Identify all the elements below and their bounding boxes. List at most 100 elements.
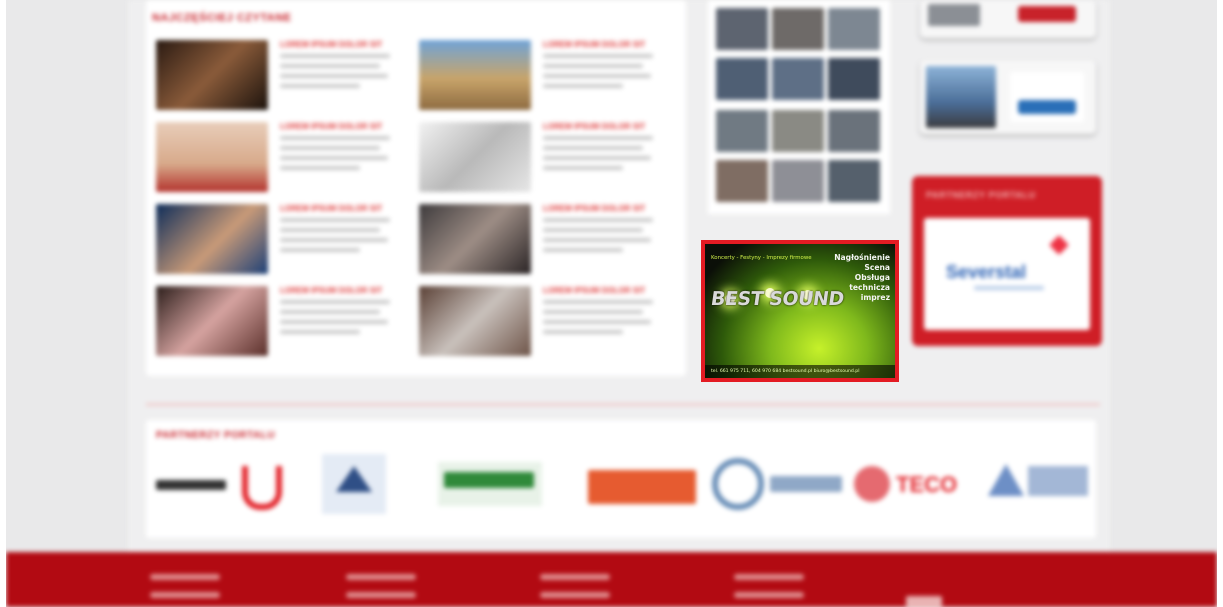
article-text <box>543 310 643 314</box>
article-item[interactable]: LOREM IPSUM DOLOR SIT <box>419 40 679 112</box>
article-text <box>543 136 653 140</box>
ad-tagline: Koncerty - Festyny - Imprezy firmowe <box>711 255 812 261</box>
gallery-photo[interactable] <box>828 8 880 50</box>
site-footer <box>6 552 1217 607</box>
banner-card <box>1010 72 1084 122</box>
article-item[interactable]: LOREM IPSUM DOLOR SIT <box>156 204 416 276</box>
partner-logo[interactable] <box>438 462 542 506</box>
article-text <box>543 156 651 160</box>
ad-contact: tel. 661 975 711, 604 970 684 bestsound.… <box>705 365 895 378</box>
banner-button[interactable] <box>1018 100 1076 114</box>
article-text <box>543 320 651 324</box>
page: NAJCZĘŚCIEJ CZYTANE LOREM IPSUM DOLOR SI… <box>6 0 1217 607</box>
partner-logo-mark <box>444 472 534 488</box>
banner-image <box>928 4 980 26</box>
article-item[interactable]: LOREM IPSUM DOLOR SIT <box>156 40 416 112</box>
partner-logo[interactable] <box>322 454 386 514</box>
advertisement-banner[interactable]: Koncerty - Festyny - Imprezy firmowe BES… <box>701 240 899 382</box>
article-text <box>543 54 653 58</box>
article-text <box>280 146 380 150</box>
partner-logo-circle-icon[interactable] <box>712 458 764 510</box>
article-item[interactable]: LOREM IPSUM DOLOR SIT <box>419 286 679 358</box>
article-text <box>543 300 653 304</box>
article-item[interactable]: LOREM IPSUM DOLOR SIT <box>156 122 416 194</box>
article-headline[interactable]: LOREM IPSUM DOLOR SIT <box>280 204 382 213</box>
article-thumbnail[interactable] <box>419 204 531 274</box>
article-text <box>280 74 388 78</box>
partner-logo-text <box>770 476 842 492</box>
gallery-photo[interactable] <box>772 58 824 100</box>
article-text <box>280 136 390 140</box>
article-text <box>543 64 643 68</box>
partner-logo-card[interactable]: Severstal <box>924 218 1090 330</box>
sidebar-banner[interactable] <box>920 60 1096 134</box>
severstal-emblem-icon <box>1049 235 1069 255</box>
photo-gallery <box>708 0 890 214</box>
ad-content[interactable]: Koncerty - Festyny - Imprezy firmowe BES… <box>705 244 895 378</box>
partners-strip-title: PARTNERZY PORTALU <box>156 430 276 441</box>
article-thumbnail[interactable] <box>419 40 531 110</box>
article-item[interactable]: LOREM IPSUM DOLOR SIT <box>419 204 679 276</box>
article-item[interactable]: LOREM IPSUM DOLOR SIT <box>419 122 679 194</box>
banner-button[interactable] <box>1018 6 1076 22</box>
article-text <box>543 248 623 252</box>
gallery-photo[interactable] <box>828 160 880 202</box>
partner-logo-circle-icon[interactable] <box>854 466 890 502</box>
blurred-background: NAJCZĘŚCIEJ CZYTANE LOREM IPSUM DOLOR SI… <box>6 0 1217 607</box>
article-text <box>280 228 380 232</box>
article-thumbnail[interactable] <box>156 40 268 110</box>
article-text <box>543 146 643 150</box>
footer-column <box>734 574 804 607</box>
article-text <box>543 330 623 334</box>
article-headline[interactable]: LOREM IPSUM DOLOR SIT <box>543 40 645 49</box>
article-text <box>543 74 651 78</box>
sidebar-banner[interactable] <box>920 0 1096 38</box>
sidebar-partners-title: PARTNERZY PORTALU <box>926 190 1036 200</box>
gallery-photo[interactable] <box>716 160 768 202</box>
article-thumbnail[interactable] <box>419 122 531 192</box>
article-text <box>543 166 623 170</box>
partner-logo-text <box>1028 466 1088 496</box>
ad-service-line: Scena <box>864 263 890 272</box>
gallery-photo[interactable] <box>716 8 768 50</box>
article-headline[interactable]: LOREM IPSUM DOLOR SIT <box>543 286 645 295</box>
article-headline[interactable]: LOREM IPSUM DOLOR SIT <box>280 40 382 49</box>
gallery-photo[interactable] <box>828 58 880 100</box>
article-headline[interactable]: LOREM IPSUM DOLOR SIT <box>543 122 645 131</box>
article-thumbnail[interactable] <box>156 204 268 274</box>
partner-logo-u[interactable] <box>242 466 282 510</box>
article-thumbnail[interactable] <box>156 286 268 356</box>
gallery-photo[interactable] <box>716 110 768 152</box>
gallery-photo[interactable] <box>772 160 824 202</box>
article-text <box>280 330 360 334</box>
ad-service-line: technicza <box>849 283 890 292</box>
partner-logo-text[interactable]: TECO <box>896 472 957 498</box>
article-thumbnail[interactable] <box>419 286 531 356</box>
article-thumbnail[interactable] <box>156 122 268 192</box>
article-item[interactable]: LOREM IPSUM DOLOR SIT <box>156 286 416 358</box>
article-text <box>280 320 388 324</box>
article-text <box>280 54 390 58</box>
article-text <box>280 218 390 222</box>
article-text <box>280 300 390 304</box>
gallery-photo[interactable] <box>828 110 880 152</box>
article-text <box>280 156 388 160</box>
partner-logo-triangle-icon[interactable] <box>988 464 1024 496</box>
partner-logo[interactable] <box>156 480 226 490</box>
article-headline[interactable]: LOREM IPSUM DOLOR SIT <box>280 286 382 295</box>
gallery-photo[interactable] <box>716 58 768 100</box>
triangle-logo-icon <box>336 466 372 492</box>
article-text <box>280 166 360 170</box>
article-headline[interactable]: LOREM IPSUM DOLOR SIT <box>543 204 645 213</box>
gallery-photo[interactable] <box>772 8 824 50</box>
partner-logo[interactable] <box>588 470 696 504</box>
footer-logo[interactable] <box>906 596 942 607</box>
gallery-photo[interactable] <box>772 110 824 152</box>
logo-subtext <box>974 286 1044 290</box>
article-headline[interactable]: LOREM IPSUM DOLOR SIT <box>280 122 382 131</box>
severstal-logo[interactable]: Severstal <box>946 262 1026 283</box>
ad-service-line: Nagłośnienie <box>834 253 890 262</box>
article-text <box>543 218 653 222</box>
ad-service-line: Obsługa <box>854 273 890 282</box>
banner-image <box>926 66 996 128</box>
